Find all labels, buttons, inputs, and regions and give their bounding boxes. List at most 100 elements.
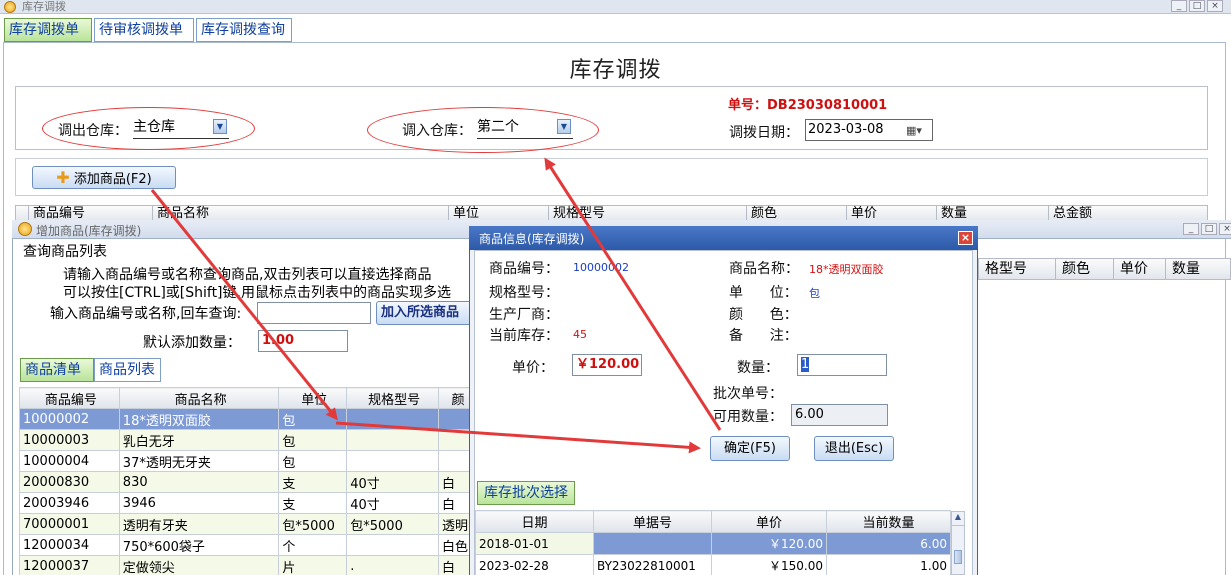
cell: 乳白无牙 [118,429,280,451]
order-number-label: 单号： [728,98,768,113]
column-header[interactable]: 商品编号 [19,387,120,409]
avail-qty-field: 6.00 [791,404,888,426]
chevron-up-icon[interactable]: ▲ [952,512,964,526]
tab-pending-review[interactable]: 待审核调拨单 [94,18,194,42]
column-header[interactable]: 单位 [278,387,348,409]
cell: 830 [118,471,280,493]
maker-label: 生产厂商： [489,307,559,323]
goods-list-grid: 商品编号 商品名称 单位 规格型号 颜 10000002 18*透明双面胶包 10… [19,387,475,575]
cell: ￥120.00 [711,532,827,555]
annotation-ellipse [367,107,599,153]
qty-value: 1 [801,357,810,372]
column-header[interactable]: 日期 [475,510,594,533]
cell: 37*透明无牙夹 [118,450,280,472]
column-header[interactable]: 规格型号 [346,387,440,409]
tab-goods-list[interactable]: 商品清单 [20,358,94,382]
column-header[interactable]: 商品名称 [118,387,280,409]
cell: 18*透明双面胶 [118,408,280,430]
column-header[interactable]: 单据号 [593,510,712,533]
name-value: 18*透明双面胶 [809,263,884,276]
table-row[interactable]: 12000037 定做领尖片. 白 [19,555,475,575]
add-goods-title: 增加商品(库存调拨) [36,224,142,238]
batch-no-label: 批次单号： [713,386,783,402]
column-header[interactable]: 当前数量 [826,510,951,533]
cell [593,532,712,555]
column-header[interactable]: 单价 [711,510,827,533]
default-qty-label: 默认添加数量： [143,335,241,351]
cell: 个 [278,534,348,556]
cell [346,534,440,556]
cell: 3946 [118,492,280,514]
close-button[interactable]: × [1219,223,1231,235]
cell: 支 [278,492,348,514]
calendar-icon[interactable]: ▦▾ [906,121,922,141]
tab-transfer-query[interactable]: 库存调拨查询 [196,18,292,42]
cell: 定做领尖 [118,555,280,575]
table-row[interactable]: 2023-02-28 BY23022810001 ￥150.00 1.00 [475,554,951,575]
column-header[interactable]: 单价 [1113,259,1165,279]
cell: 1.00 [826,554,951,575]
column-header[interactable]: 数量 [1165,259,1231,279]
transfer-date-value: 2023-03-08 [808,122,884,137]
add-selected-button[interactable]: 加入所选商品 [376,301,472,325]
column-header[interactable]: 格型号 [979,259,1055,279]
table-row[interactable]: 12000034 750*600袋子个白色 [19,534,475,556]
cell: 10000004 [19,450,120,472]
section-title: 查询商品列表 [23,244,107,260]
qty-input[interactable]: 1 [797,354,887,376]
table-header-row: 商品编号 商品名称 单位 规格型号 颜 [19,387,475,409]
price-label: 单价： [512,360,554,376]
batch-scrollbar[interactable]: ▲ [951,511,965,575]
unit-label: 单 位： [729,285,798,301]
scrollbar-thumb[interactable] [954,550,962,564]
search-input[interactable] [257,302,371,324]
table-row[interactable]: 10000002 18*透明双面胶包 [19,408,475,430]
annotation-ellipse [42,107,255,150]
order-number-value: DB23030810001 [767,98,888,113]
code-label: 商品编号： [489,261,559,277]
exit-button[interactable]: 退出(Esc) [814,436,894,461]
cell: ￥150.00 [711,554,827,575]
close-button[interactable]: × [1207,0,1223,12]
transfer-date-label: 调拨日期： [729,125,799,141]
window-title: 库存调拨 [22,0,66,13]
remark-label: 备 注： [729,328,798,344]
dialog-title: 商品信息(库存调拨) [479,232,585,246]
plus-icon: ✚ [56,168,70,187]
table-row[interactable]: 10000004 37*透明无牙夹包 [19,450,475,472]
cell: 12000037 [19,555,120,575]
unit-value: 包 [809,287,820,300]
column-header[interactable]: 颜色 [1055,259,1113,279]
maximize-button[interactable]: □ [1201,223,1217,235]
table-row[interactable]: 10000003 乳白无牙包 [19,429,475,451]
table-row[interactable]: 20003946 3946 支 40寸白 [19,492,475,514]
app-icon [18,222,32,236]
dialog-title-bar: 商品信息(库存调拨) [469,226,978,250]
default-qty-input[interactable]: 1.00 [258,330,348,352]
confirm-button[interactable]: 确定(F5) [710,436,790,461]
table-row[interactable]: 2018-01-01 ￥120.00 6.00 [475,532,951,555]
stock-label: 当前库存： [489,328,559,344]
cell: BY23022810001 [593,554,712,575]
color-label: 颜 色： [729,307,798,323]
close-icon[interactable]: × [958,231,973,245]
hint-text: 请输入商品编号或名称查询商品,双击列表可以直接选择商品 [63,267,432,283]
cell: 包*5000 [278,513,348,535]
table-header-row: 日期 单据号 单价 当前数量 [475,510,951,533]
cell: 40寸 [346,492,440,514]
table-row[interactable]: 20000830 830 支 40寸白 [19,471,475,493]
batch-grid: 日期 单据号 单价 当前数量 2018-01-01 ￥120.00 6.00 2… [475,510,951,575]
tab-batch-selection[interactable]: 库存批次选择 [477,481,575,505]
maximize-button[interactable]: □ [1189,0,1205,12]
name-label: 商品名称： [729,261,799,277]
minimize-button[interactable]: _ [1171,0,1187,12]
table-row[interactable]: 70000001 透明有牙夹 包*5000 包*5000 透明 [19,513,475,535]
tab-goods-table[interactable]: 商品列表 [94,358,161,382]
price-input[interactable]: ￥120.00 [572,354,642,376]
minimize-button[interactable]: _ [1183,223,1199,235]
cell: 2023-02-28 [475,554,594,575]
search-label: 输入商品编号或名称,回车查询: [50,306,242,322]
transfer-date-input[interactable]: 2023-03-08 ▦▾ [805,119,933,141]
add-goods-button[interactable]: ✚ 添加商品(F2) [32,166,176,189]
tab-transfer-order[interactable]: 库存调拨单 [4,18,92,42]
